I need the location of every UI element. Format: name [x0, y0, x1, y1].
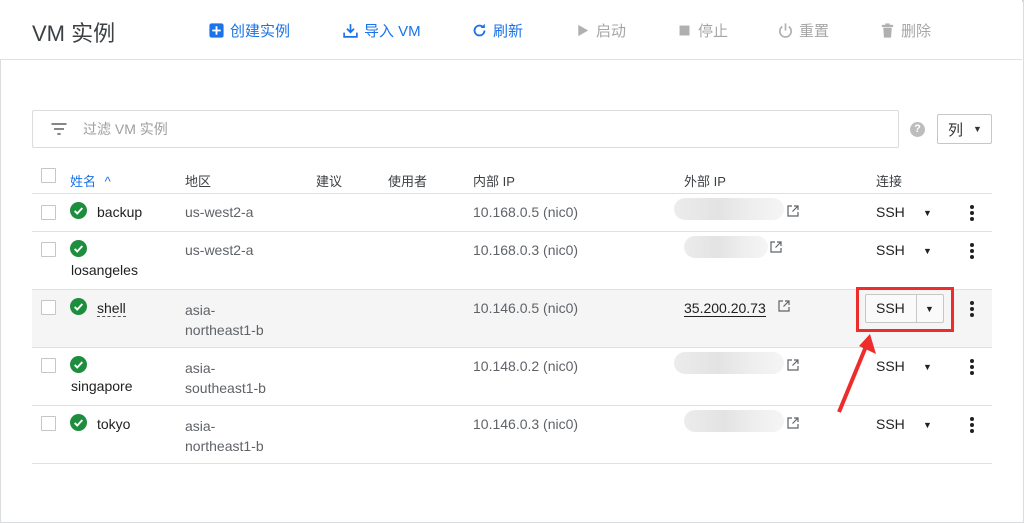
- delete-button[interactable]: 删除: [879, 20, 931, 41]
- external-ip-redacted: [684, 236, 768, 258]
- caret-down-icon: ▼: [973, 124, 982, 134]
- external-link-icon[interactable]: [787, 205, 799, 217]
- external-link-icon[interactable]: [787, 417, 799, 429]
- ssh-dropdown-icon[interactable]: ▼: [923, 208, 932, 218]
- stop-button[interactable]: 停止: [676, 20, 728, 41]
- download-icon: [343, 24, 358, 38]
- reset-label: 重置: [799, 23, 830, 40]
- instance-name-link[interactable]: backup: [97, 204, 142, 220]
- col-internal-ip-header: 内部 IP: [473, 174, 515, 189]
- zone-text: us-west2-a: [185, 204, 254, 220]
- more-vert-icon[interactable]: [970, 417, 974, 433]
- stop-label: 停止: [698, 23, 729, 40]
- annotation-arrow-icon: [837, 334, 876, 413]
- import-vm-button[interactable]: 导入 VM: [342, 20, 421, 41]
- annotation-highlight-box: [856, 287, 954, 332]
- table-row[interactable]: backup us-west2-a 10.168.0.5 (nic0) SSH …: [32, 194, 992, 232]
- refresh-label: 刷新: [493, 23, 524, 40]
- zone-text: asia-northeast1-b: [185, 302, 264, 338]
- col-name-header[interactable]: 姓名 ^: [70, 171, 111, 190]
- refresh-button[interactable]: 刷新: [471, 20, 523, 41]
- more-vert-icon[interactable]: [970, 359, 974, 375]
- power-icon: [778, 23, 793, 38]
- external-link-icon[interactable]: [770, 241, 782, 253]
- page-title: VM 实例: [32, 21, 116, 46]
- status-ok-icon: [70, 298, 87, 315]
- page-header: VM 实例 创建实例 导入 VM 刷新 启动 停止 重置 删除: [0, 0, 1022, 60]
- zone-text: asia-northeast1-b: [185, 418, 264, 454]
- internal-ip-text: 10.168.0.3 (nic0): [473, 242, 579, 258]
- trash-icon: [881, 23, 894, 38]
- internal-ip-text: 10.168.0.5 (nic0): [473, 204, 579, 220]
- filter-bar: [32, 110, 899, 148]
- row-checkbox[interactable]: [41, 300, 56, 315]
- select-all-checkbox[interactable]: [41, 168, 56, 183]
- status-ok-icon: [70, 202, 87, 219]
- start-button[interactable]: 启动: [574, 20, 626, 41]
- instance-name-link[interactable]: singapore: [71, 378, 133, 394]
- columns-button[interactable]: 列 ▼: [937, 114, 992, 144]
- ssh-button[interactable]: SSH: [876, 416, 905, 432]
- instance-name-link[interactable]: losangeles: [71, 262, 138, 278]
- stop-icon: [679, 25, 690, 36]
- import-vm-label: 导入 VM: [364, 23, 421, 40]
- sort-ascending-icon: ^: [104, 174, 111, 189]
- col-zone-header: 地区: [185, 174, 212, 189]
- filter-input[interactable]: [83, 121, 863, 137]
- delete-label: 删除: [901, 23, 932, 40]
- ssh-button[interactable]: SSH: [876, 242, 905, 258]
- filter-list-icon: [51, 123, 67, 135]
- row-checkbox[interactable]: [41, 416, 56, 431]
- add-box-icon: [209, 23, 224, 38]
- external-ip-redacted: [674, 352, 784, 374]
- ssh-dropdown-icon[interactable]: ▼: [923, 420, 932, 430]
- ssh-button[interactable]: SSH: [876, 204, 905, 220]
- instance-name-link[interactable]: tokyo: [97, 416, 130, 432]
- help-icon[interactable]: ?: [910, 122, 925, 137]
- more-vert-icon[interactable]: [970, 205, 974, 221]
- external-link-icon[interactable]: [787, 359, 799, 371]
- external-link-icon[interactable]: [778, 300, 790, 312]
- ssh-dropdown-icon[interactable]: ▼: [923, 362, 932, 372]
- play-icon: [578, 24, 589, 37]
- col-connect-header: 连接: [876, 174, 903, 189]
- status-ok-icon: [70, 240, 87, 257]
- ssh-dropdown-icon[interactable]: ▼: [923, 246, 932, 256]
- col-name-label: 姓名: [70, 174, 97, 189]
- ssh-button[interactable]: SSH: [876, 358, 905, 374]
- internal-ip-text: 10.146.0.3 (nic0): [473, 416, 579, 432]
- table-header: 姓名 ^ 地区 建议 使用者 内部 IP 外部 IP 连接: [32, 162, 992, 194]
- instance-name-link[interactable]: shell: [97, 300, 126, 317]
- internal-ip-text: 10.146.0.5 (nic0): [473, 300, 579, 316]
- zone-text: asia-southeast1-b: [185, 360, 266, 396]
- row-checkbox[interactable]: [41, 205, 56, 220]
- start-label: 启动: [596, 23, 627, 40]
- internal-ip-text: 10.148.0.2 (nic0): [473, 358, 579, 374]
- status-ok-icon: [70, 414, 87, 431]
- more-vert-icon[interactable]: [970, 243, 974, 259]
- create-instance-label: 创建实例: [230, 23, 291, 40]
- table-row[interactable]: losangeles us-west2-a 10.168.0.3 (nic0) …: [32, 232, 992, 290]
- refresh-icon: [473, 23, 486, 37]
- external-ip-link[interactable]: 35.200.20.73: [684, 300, 766, 317]
- external-ip-redacted: [684, 410, 784, 432]
- col-recommendation-header: 建议: [316, 174, 343, 189]
- columns-label: 列: [948, 121, 964, 139]
- zone-text: us-west2-a: [185, 242, 254, 258]
- status-ok-icon: [70, 356, 87, 373]
- more-vert-icon[interactable]: [970, 301, 974, 317]
- reset-button[interactable]: 重置: [777, 20, 829, 41]
- row-checkbox[interactable]: [41, 358, 56, 373]
- row-checkbox[interactable]: [41, 242, 56, 257]
- external-ip-redacted: [674, 198, 784, 220]
- col-in-use-by-header: 使用者: [388, 174, 428, 189]
- create-instance-button[interactable]: 创建实例: [208, 20, 290, 41]
- col-external-ip-header: 外部 IP: [684, 174, 726, 189]
